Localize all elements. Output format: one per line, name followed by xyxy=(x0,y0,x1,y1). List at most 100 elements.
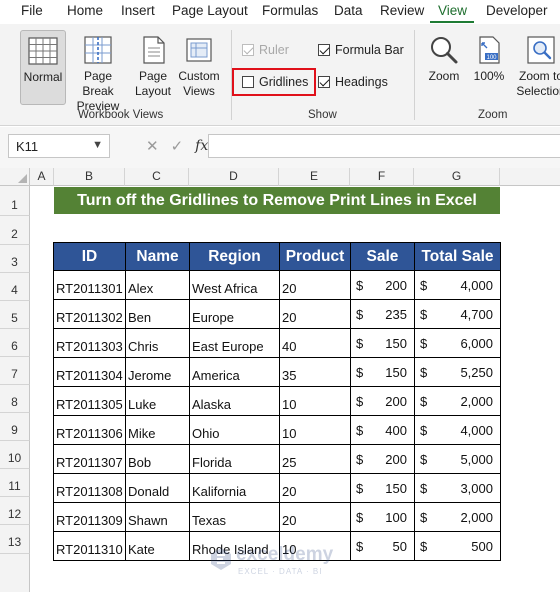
select-all-button[interactable] xyxy=(0,168,30,186)
cell-name[interactable]: Alex xyxy=(125,270,190,300)
column-heading-region[interactable]: Region xyxy=(189,242,280,271)
cell-product[interactable]: 10 xyxy=(279,386,351,416)
column-header-c[interactable]: C xyxy=(125,168,189,186)
cell-id[interactable]: RT2011309 xyxy=(53,502,126,532)
row-header-8[interactable]: 8 xyxy=(0,385,30,413)
cell-total-sale[interactable]: $4,000 xyxy=(414,270,501,300)
cell-total-sale[interactable]: $3,000 xyxy=(414,473,501,503)
normal-view-button[interactable]: Normal xyxy=(20,30,66,105)
tab-view[interactable]: View xyxy=(438,3,467,18)
column-header-f[interactable]: F xyxy=(350,168,414,186)
cell-name[interactable]: Luke xyxy=(125,386,190,416)
row-header-10[interactable]: 10 xyxy=(0,441,30,469)
chevron-down-icon[interactable]: ▼ xyxy=(92,139,103,151)
cell-sale[interactable]: $150 xyxy=(350,328,415,358)
cell-total-sale[interactable]: $2,000 xyxy=(414,386,501,416)
column-heading-id[interactable]: ID xyxy=(53,242,126,271)
row-header-4[interactable]: 4 xyxy=(0,273,30,301)
cell-region[interactable]: West Africa xyxy=(189,270,280,300)
cell-name[interactable]: Bob xyxy=(125,444,190,474)
cell-sale[interactable]: $100 xyxy=(350,502,415,532)
cell-sale[interactable]: $150 xyxy=(350,357,415,387)
cell-total-sale[interactable]: $2,000 xyxy=(414,502,501,532)
insert-function-icon[interactable]: fx xyxy=(195,138,208,154)
row-header-1[interactable]: 1 xyxy=(0,186,30,216)
cell-region[interactable]: Europe xyxy=(189,299,280,329)
cell-total-sale[interactable]: $4,700 xyxy=(414,299,501,329)
tab-file[interactable]: File xyxy=(21,3,43,18)
cell-product[interactable]: 20 xyxy=(279,502,351,532)
cell-id[interactable]: RT2011304 xyxy=(53,357,126,387)
tab-page-layout[interactable]: Page Layout xyxy=(172,3,248,18)
ruler-checkbox[interactable]: Ruler xyxy=(242,43,289,57)
column-heading-total-sale[interactable]: Total Sale xyxy=(414,242,501,271)
cell-region[interactable]: Alaska xyxy=(189,386,280,416)
cell-total-sale[interactable]: $5,250 xyxy=(414,357,501,387)
headings-checkbox[interactable]: Headings xyxy=(318,75,388,89)
cell-total-sale[interactable]: $500 xyxy=(414,531,501,561)
cell-sale[interactable]: $400 xyxy=(350,415,415,445)
row-header-3[interactable]: 3 xyxy=(0,245,30,273)
tab-review[interactable]: Review xyxy=(380,3,424,18)
tab-data[interactable]: Data xyxy=(334,3,363,18)
cell-id[interactable]: RT2011308 xyxy=(53,473,126,503)
cell-region[interactable]: Ohio xyxy=(189,415,280,445)
custom-views-button[interactable]: Custom Views xyxy=(176,30,222,99)
cell-product[interactable]: 40 xyxy=(279,328,351,358)
cell-sale[interactable]: $200 xyxy=(350,386,415,416)
cell-id[interactable]: RT2011301 xyxy=(53,270,126,300)
cell-id[interactable]: RT2011302 xyxy=(53,299,126,329)
cell-product[interactable]: 25 xyxy=(279,444,351,474)
row-header-2[interactable]: 2 xyxy=(0,216,30,245)
cell-total-sale[interactable]: $5,000 xyxy=(414,444,501,474)
cell-region[interactable]: Kalifornia xyxy=(189,473,280,503)
cell-total-sale[interactable]: $4,000 xyxy=(414,415,501,445)
name-box[interactable]: K11 ▼ xyxy=(8,134,110,158)
page-layout-view-button[interactable]: Page Layout xyxy=(131,30,175,99)
column-header-d[interactable]: D xyxy=(189,168,279,186)
cell-sale[interactable]: $150 xyxy=(350,473,415,503)
cell-sale[interactable]: $200 xyxy=(350,270,415,300)
cell-region[interactable]: Florida xyxy=(189,444,280,474)
cell-sale[interactable]: $235 xyxy=(350,299,415,329)
cell-name[interactable]: Chris xyxy=(125,328,190,358)
column-header-g[interactable]: G xyxy=(414,168,500,186)
cell-id[interactable]: RT2011306 xyxy=(53,415,126,445)
zoom-to-selection-button[interactable]: Zoom to Selection xyxy=(510,30,560,99)
column-heading-sale[interactable]: Sale xyxy=(350,242,415,271)
cell-name[interactable]: Mike xyxy=(125,415,190,445)
column-header-a[interactable]: A xyxy=(30,168,54,186)
row-header-6[interactable]: 6 xyxy=(0,329,30,357)
column-header-e[interactable]: E xyxy=(279,168,350,186)
column-heading-product[interactable]: Product xyxy=(279,242,351,271)
cell-total-sale[interactable]: $6,000 xyxy=(414,328,501,358)
enter-icon[interactable]: ✓ xyxy=(171,137,184,155)
row-header-9[interactable]: 9 xyxy=(0,413,30,441)
zoom-button[interactable]: Zoom xyxy=(420,30,468,84)
column-heading-name[interactable]: Name xyxy=(125,242,190,271)
tab-home[interactable]: Home xyxy=(67,3,103,18)
cell-product[interactable]: 20 xyxy=(279,270,351,300)
row-header-5[interactable]: 5 xyxy=(0,301,30,329)
tab-formulas[interactable]: Formulas xyxy=(262,3,318,18)
cell-product[interactable]: 20 xyxy=(279,473,351,503)
cell-region[interactable]: East Europe xyxy=(189,328,280,358)
column-header-b[interactable]: B xyxy=(54,168,125,186)
cell-sale[interactable]: $200 xyxy=(350,444,415,474)
cell-product[interactable]: 20 xyxy=(279,299,351,329)
formula-bar-checkbox[interactable]: Formula Bar xyxy=(318,43,404,57)
row-header-13[interactable]: 13 xyxy=(0,525,30,554)
column-header-h[interactable] xyxy=(500,168,560,186)
cell-id[interactable]: RT2011303 xyxy=(53,328,126,358)
row-header-7[interactable]: 7 xyxy=(0,357,30,385)
cell-region[interactable]: America xyxy=(189,357,280,387)
zoom-100-button[interactable]: 100 100% xyxy=(470,30,508,84)
cell-product[interactable]: 10 xyxy=(279,415,351,445)
cell-name[interactable]: Ben xyxy=(125,299,190,329)
cell-name[interactable]: Kate xyxy=(125,531,190,561)
row-header-11[interactable]: 11 xyxy=(0,469,30,497)
tab-developer[interactable]: Developer xyxy=(486,3,548,18)
formula-input[interactable] xyxy=(208,134,560,158)
page-break-preview-button[interactable]: Page Break Preview xyxy=(68,30,128,114)
cell-id[interactable]: RT2011307 xyxy=(53,444,126,474)
